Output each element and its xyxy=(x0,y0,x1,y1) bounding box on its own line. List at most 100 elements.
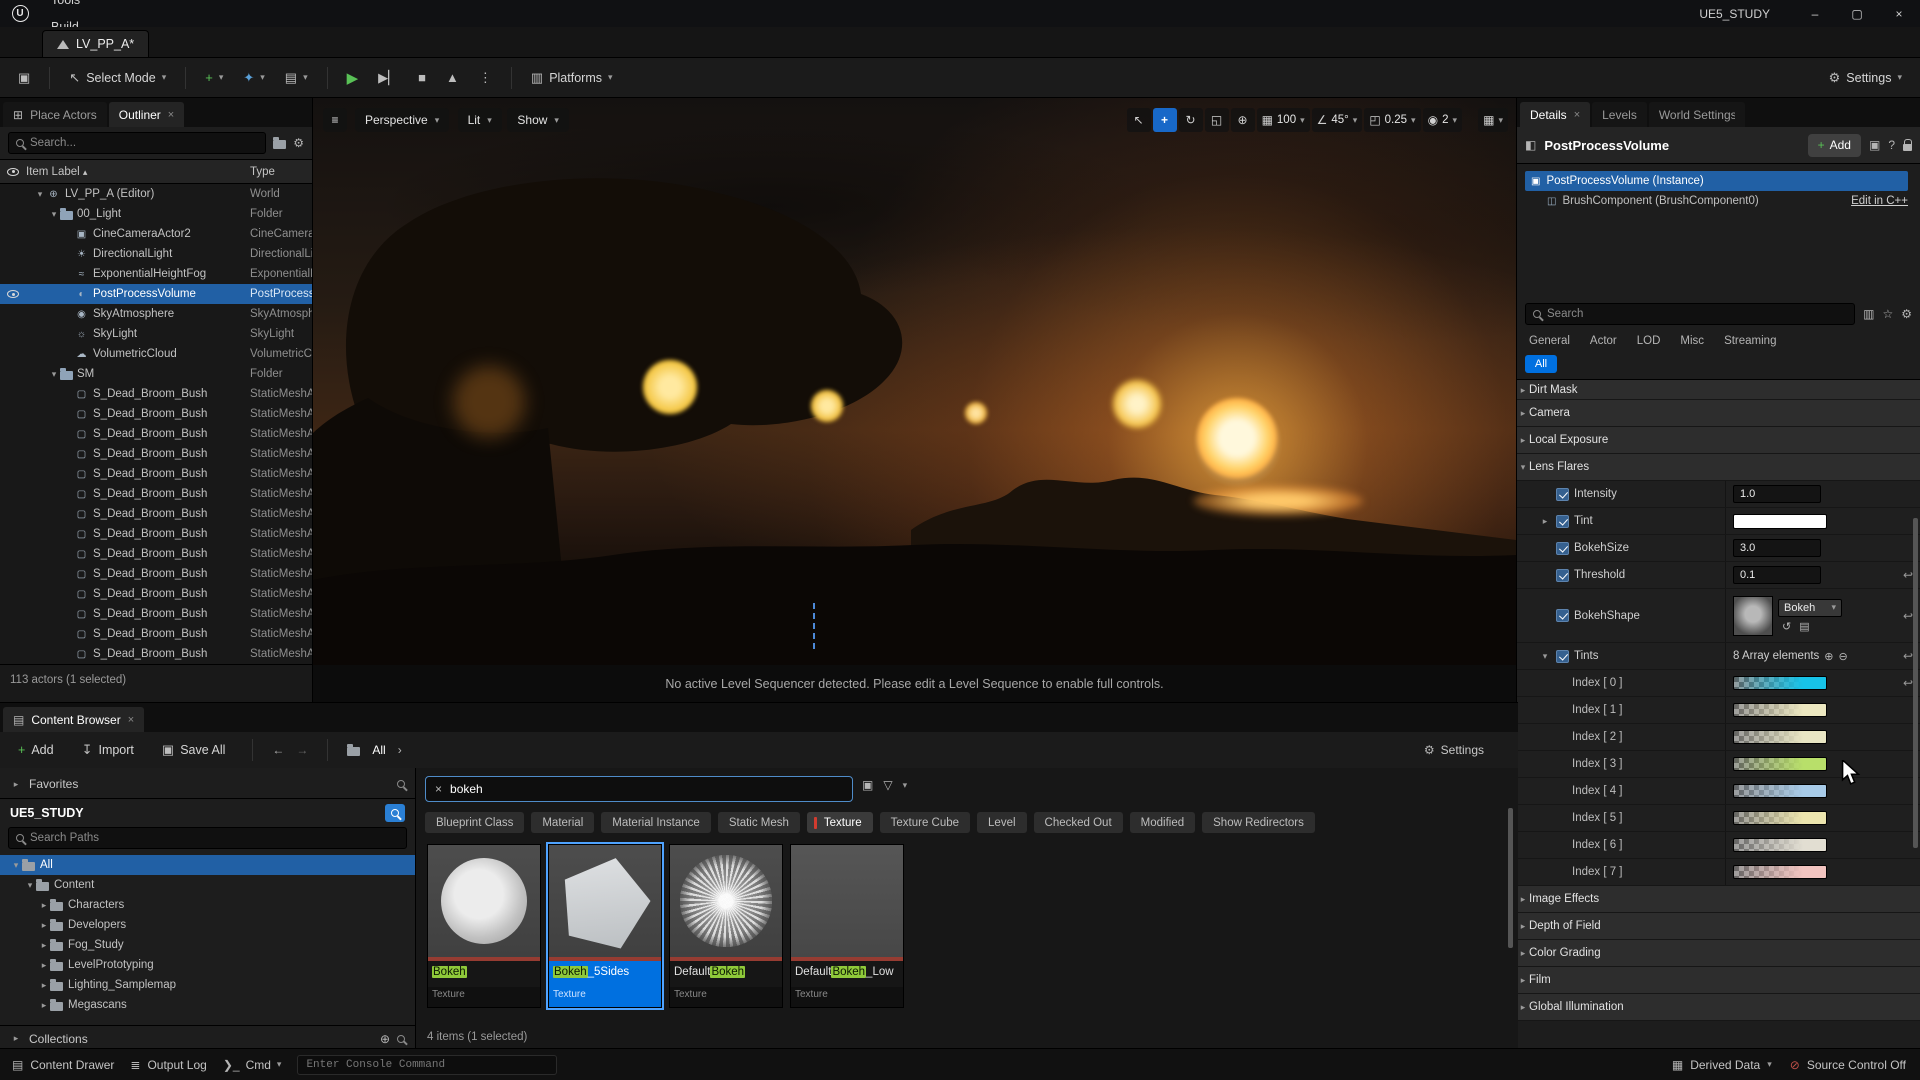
filter-chip-texture[interactable]: Texture xyxy=(807,812,873,833)
visibility-column-icon[interactable] xyxy=(7,168,19,176)
viewport-perspective-button[interactable]: Perspective ▾ xyxy=(355,108,449,132)
property-index-6[interactable]: Index [ 6 ] xyxy=(1517,832,1920,859)
tab-content-browser[interactable]: ▤ Content Browser × xyxy=(3,707,144,732)
chevron-down-icon[interactable]: ▾ xyxy=(903,780,908,791)
details-search-input[interactable]: Search xyxy=(1525,303,1855,325)
property-threshold[interactable]: Threshold 0.1 ↩ xyxy=(1517,562,1920,589)
reset-to-default-icon[interactable]: ↩ xyxy=(1903,609,1913,623)
outliner-row-s-dead-broom-bush[interactable]: ▢ S_Dead_Broom_Bush StaticMeshActor xyxy=(0,484,312,504)
asset-search-input[interactable] xyxy=(450,782,843,796)
details-filter-misc[interactable]: Misc xyxy=(1680,335,1704,347)
add-asset-button[interactable]: +Add xyxy=(10,738,62,762)
property-checkbox[interactable] xyxy=(1556,609,1569,622)
category-depth-of-field[interactable]: ▸Depth of Field xyxy=(1517,913,1920,940)
save-all-button[interactable]: ▣Save All xyxy=(154,737,233,763)
category-dirt-mask[interactable]: ▸Dirt Mask xyxy=(1517,380,1920,400)
expander-icon[interactable]: ▸ xyxy=(1517,408,1529,419)
category-film[interactable]: ▸Film xyxy=(1517,967,1920,994)
rotate-tool-button[interactable]: ↻ xyxy=(1179,108,1203,132)
outliner-row-sm[interactable]: ▾ SM Folder xyxy=(0,364,312,384)
filter-chip-texture-cube[interactable]: Texture Cube xyxy=(880,812,970,833)
lock-icon[interactable] xyxy=(1903,144,1912,151)
menu-tools[interactable]: Tools xyxy=(40,0,106,14)
property-index-2[interactable]: Index [ 2 ] xyxy=(1517,724,1920,751)
project-section[interactable]: UE5_STUDY xyxy=(0,801,415,825)
details-filter-general[interactable]: General xyxy=(1529,335,1570,347)
details-filter-actor[interactable]: Actor xyxy=(1590,335,1617,347)
asset-tile-defaultbokeh-low[interactable]: DefaultBokeh_Low Texture xyxy=(790,844,904,1008)
favorites-star-icon[interactable]: ☆ xyxy=(1882,307,1893,321)
asset-grid-scrollbar[interactable] xyxy=(1508,808,1513,948)
asset-tile-bokeh-5sides[interactable]: Bokeh_5Sides Texture xyxy=(548,844,662,1008)
folder-lighting-samplemap[interactable]: ▸ Lighting_Samplemap xyxy=(0,975,415,995)
use-selected-asset-icon[interactable]: ↺ xyxy=(1782,620,1791,633)
folder-content[interactable]: ▾ Content xyxy=(0,875,415,895)
expander-icon[interactable]: ▾ xyxy=(1539,651,1551,662)
property-bokehshape[interactable]: BokehShape Bokeh▾ ↺▤ ↩ xyxy=(1517,589,1920,643)
outliner-row-skyatmosphere[interactable]: ◉ SkyAtmosphere SkyAtmosphere xyxy=(0,304,312,324)
blueprints-button[interactable]: ✦▾ xyxy=(235,65,272,91)
tint-color-swatch[interactable] xyxy=(1733,811,1827,825)
expander-icon[interactable]: ▸ xyxy=(1517,435,1529,446)
camera-speed-button[interactable]: ◉2▾ xyxy=(1423,108,1462,132)
level-tab[interactable]: LV_PP_A* xyxy=(42,30,149,57)
outliner-row-s-dead-broom-bush[interactable]: ▢ S_Dead_Broom_Bush StaticMeshActor xyxy=(0,384,312,404)
expander-icon[interactable]: ▸ xyxy=(10,1033,22,1044)
path-search-button[interactable] xyxy=(385,804,405,822)
filter-chip-level[interactable]: Level xyxy=(977,812,1027,833)
category-global-illumination[interactable]: ▸Global Illumination xyxy=(1517,994,1920,1021)
expander-icon[interactable]: ▸ xyxy=(1517,948,1529,959)
category-camera[interactable]: ▸Camera xyxy=(1517,400,1920,427)
expander-icon[interactable]: ▾ xyxy=(24,880,36,891)
cinematics-button[interactable]: ▤▾ xyxy=(277,65,316,91)
filter-all-button[interactable]: All xyxy=(1525,355,1557,373)
unreal-logo-icon[interactable]: U xyxy=(0,5,40,22)
select-tool-button[interactable]: ↖ xyxy=(1127,108,1151,132)
expander-icon[interactable]: ▸ xyxy=(38,980,50,991)
outliner-row-s-dead-broom-bush[interactable]: ▢ S_Dead_Broom_Bush StaticMeshActor xyxy=(0,404,312,424)
outliner-row-s-dead-broom-bush[interactable]: ▢ S_Dead_Broom_Bush StaticMeshActor xyxy=(0,504,312,524)
restore-button[interactable]: ▢ xyxy=(1836,0,1878,27)
panel-layout-icon[interactable]: ▣ xyxy=(1869,138,1880,152)
asset-dropdown[interactable]: Bokeh▾ xyxy=(1778,599,1842,617)
frame-skip-button[interactable]: ▶▏ xyxy=(370,65,406,91)
expander-icon[interactable]: ▸ xyxy=(38,1000,50,1011)
tint-color-swatch[interactable] xyxy=(1733,838,1827,852)
filter-chip-checked-out[interactable]: Checked Out xyxy=(1034,812,1123,833)
settings-dropdown[interactable]: ⚙ Settings ▾ xyxy=(1821,65,1910,91)
property-intensity[interactable]: Intensity 1.0 xyxy=(1517,481,1920,508)
grid-snap-button[interactable]: ▦100▾ xyxy=(1257,108,1310,132)
outliner-row-s-dead-broom-bush[interactable]: ▢ S_Dead_Broom_Bush StaticMeshActor xyxy=(0,464,312,484)
close-icon[interactable]: × xyxy=(128,714,134,726)
outliner-row-s-dead-broom-bush[interactable]: ▢ S_Dead_Broom_Bush StaticMeshActor xyxy=(0,424,312,444)
column-item-label[interactable]: Item Label ▴ xyxy=(26,166,250,178)
folder-fog-study[interactable]: ▸ Fog_Study xyxy=(0,935,415,955)
play-options-button[interactable]: ⋮ xyxy=(471,65,500,91)
tab-world-settings[interactable]: World Settings xyxy=(1649,102,1745,127)
expander-icon[interactable]: ▸ xyxy=(38,940,50,951)
filter-chip-modified[interactable]: Modified xyxy=(1130,812,1195,833)
property-tints[interactable]: ▾Tints 8 Array elements ⊕ ⊖ ↩ xyxy=(1517,643,1920,670)
expander-icon[interactable]: ▸ xyxy=(1517,1002,1529,1013)
new-folder-icon[interactable] xyxy=(273,140,286,149)
outliner-row-cinecameraactor2[interactable]: ▣ CineCameraActor2 CineCameraActor xyxy=(0,224,312,244)
expander-icon[interactable]: ▸ xyxy=(38,900,50,911)
expander-icon[interactable]: ▾ xyxy=(48,209,60,220)
search-icon[interactable] xyxy=(397,1035,405,1043)
world-space-button[interactable]: ⊕ xyxy=(1231,108,1255,132)
tab-levels[interactable]: Levels xyxy=(1592,102,1647,127)
source-control-button[interactable]: ⊘ Source Control Off xyxy=(1790,1058,1906,1072)
brush-component-row[interactable]: ◫ BrushComponent (BrushComponent0) Edit … xyxy=(1525,195,1908,207)
close-icon[interactable]: × xyxy=(1574,109,1580,121)
column-type[interactable]: Type xyxy=(250,166,312,178)
outliner-row-exponentialheightfog[interactable]: ≈ ExponentialHeightFog ExponentialHeight… xyxy=(0,264,312,284)
save-button[interactable]: ▣ xyxy=(10,65,38,91)
category-color-grading[interactable]: ▸Color Grading xyxy=(1517,940,1920,967)
property-index-7[interactable]: Index [ 7 ] xyxy=(1517,859,1920,886)
property-index-5[interactable]: Index [ 5 ] xyxy=(1517,805,1920,832)
outliner-row-00-light[interactable]: ▾ 00_Light Folder xyxy=(0,204,312,224)
cmd-dropdown[interactable]: ❯_ Cmd ▾ xyxy=(223,1058,282,1072)
color-swatch[interactable] xyxy=(1733,514,1827,529)
search-paths-input[interactable]: Search Paths xyxy=(8,827,407,849)
reset-to-default-icon[interactable]: ↩ xyxy=(1903,568,1913,582)
